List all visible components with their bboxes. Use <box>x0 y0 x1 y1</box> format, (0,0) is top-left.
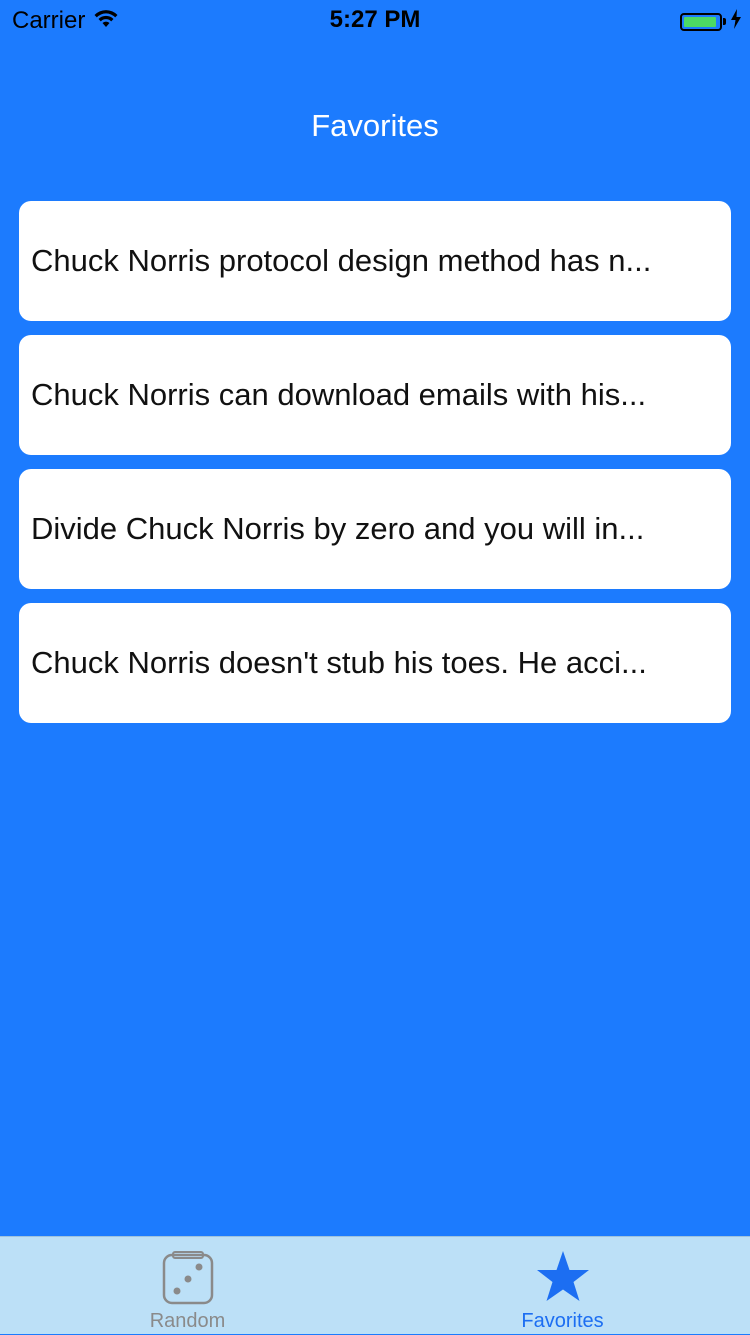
battery-fill <box>684 16 717 27</box>
battery-icon <box>680 9 742 34</box>
list-item-text: Chuck Norris protocol design method has … <box>31 243 652 278</box>
charging-bolt-icon <box>730 9 742 34</box>
list-item[interactable]: Chuck Norris protocol design method has … <box>19 201 731 321</box>
tab-favorites[interactable]: Favorites <box>375 1237 750 1335</box>
tab-bar: Random Favorites <box>0 1236 750 1334</box>
status-bar: Carrier 5:27 PM <box>0 0 750 40</box>
status-time: 5:27 PM <box>329 6 421 33</box>
dice-icon <box>162 1249 214 1312</box>
list-item[interactable]: Chuck Norris doesn't stub his toes. He a… <box>19 603 731 723</box>
list-item[interactable]: Divide Chuck Norris by zero and you will… <box>19 469 731 589</box>
list-item-text: Chuck Norris doesn't stub his toes. He a… <box>31 645 647 680</box>
tab-random-label: Random <box>149 1310 226 1332</box>
list-item-text: Chuck Norris can download emails with hi… <box>31 377 647 412</box>
favorites-list: Chuck Norris protocol design method has … <box>19 201 731 737</box>
tab-random[interactable]: Random <box>0 1237 375 1335</box>
list-item[interactable]: Chuck Norris can download emails with hi… <box>19 335 731 455</box>
tab-favorites-label: Favorites <box>521 1310 604 1332</box>
star-icon <box>535 1249 591 1310</box>
list-item-text: Divide Chuck Norris by zero and you will… <box>31 511 645 546</box>
page-title: Favorites <box>311 108 439 143</box>
